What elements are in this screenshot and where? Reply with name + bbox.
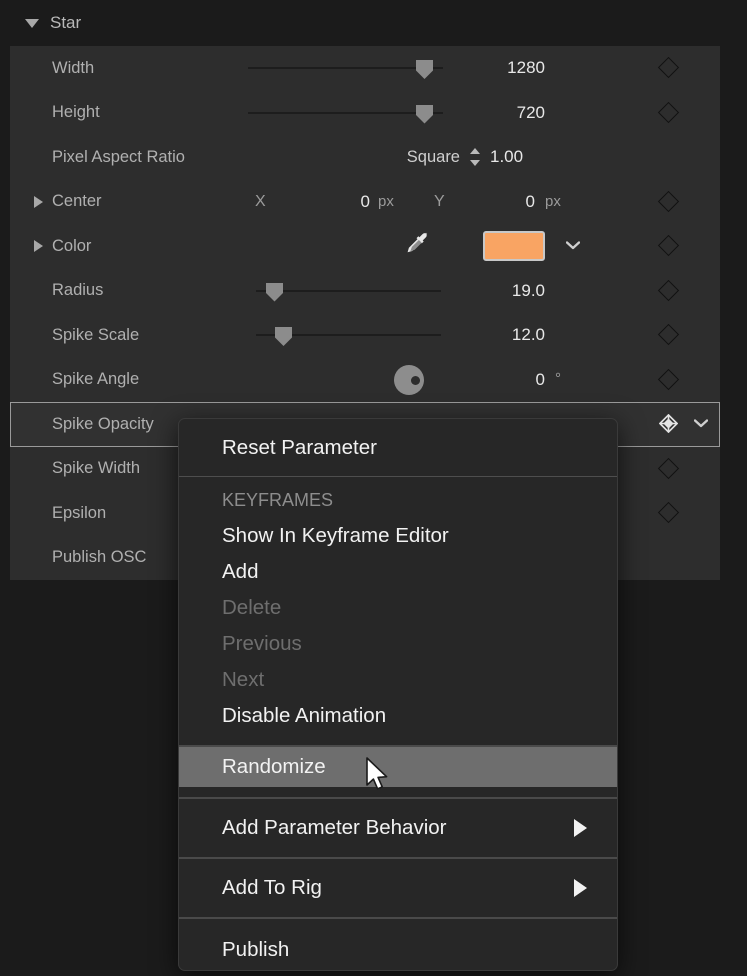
row-label: Spike Scale: [52, 326, 139, 345]
row-height[interactable]: Height 720: [10, 91, 720, 136]
menu-section-keyframes: KEYFRAMES: [179, 483, 617, 518]
chevron-down-icon[interactable]: [566, 241, 580, 250]
menu-item-label: Add: [222, 560, 258, 584]
row-value[interactable]: 1280: [465, 58, 545, 78]
menu-item-label: Show In Keyframe Editor: [222, 524, 449, 548]
row-label: Spike Width: [52, 459, 140, 478]
width-slider[interactable]: [248, 58, 443, 78]
triangle-down-icon[interactable]: [25, 19, 39, 28]
menu-item-randomize[interactable]: Randomize: [179, 747, 617, 787]
submenu-arrow-icon: [574, 819, 587, 837]
row-label: Width: [52, 59, 94, 78]
keyframe-diamond-icon[interactable]: [658, 457, 679, 478]
row-unit: °: [555, 370, 561, 387]
keyframe-diamond-icon[interactable]: [658, 101, 679, 122]
mouse-pointer-icon: [365, 757, 391, 793]
slider-thumb[interactable]: [266, 283, 283, 302]
group-header-star[interactable]: Star: [0, 0, 731, 46]
row-label: Height: [52, 103, 100, 122]
row-label: Publish OSC: [52, 548, 146, 567]
row-label: Radius: [52, 281, 103, 300]
row-value[interactable]: 0: [465, 370, 545, 390]
color-swatch[interactable]: [483, 231, 545, 261]
center-y-label: Y: [434, 193, 445, 211]
menu-item-add-to-rig[interactable]: Add To Rig: [179, 868, 617, 908]
keyframe-diamond-active-icon[interactable]: [659, 414, 678, 433]
group-title: Star: [50, 13, 81, 33]
menu-separator: [179, 917, 617, 919]
chevron-down-icon[interactable]: [694, 419, 708, 428]
slider-thumb[interactable]: [416, 105, 433, 124]
keyframe-diamond-icon[interactable]: [658, 57, 679, 78]
menu-item-label: Add Parameter Behavior: [222, 816, 446, 840]
menu-item-delete: Delete: [179, 590, 617, 626]
menu-item-previous: Previous: [179, 626, 617, 662]
keyframe-diamond-icon[interactable]: [658, 502, 679, 523]
row-value[interactable]: 1.00: [490, 147, 565, 167]
menu-separator: [179, 797, 617, 799]
row-value[interactable]: 19.0: [465, 281, 545, 301]
slider-track: [248, 67, 443, 69]
keyframe-diamond-icon[interactable]: [658, 368, 679, 389]
row-label: Spike Opacity: [52, 415, 154, 434]
pixel-aspect-popup-value[interactable]: Square: [330, 148, 460, 167]
row-label: Spike Angle: [52, 370, 139, 389]
menu-item-add-parameter-behavior[interactable]: Add Parameter Behavior: [179, 808, 617, 848]
submenu-arrow-icon: [574, 879, 587, 897]
menu-section-label: KEYFRAMES: [222, 490, 333, 511]
center-x-unit: px: [378, 193, 394, 210]
height-slider[interactable]: [248, 103, 443, 123]
center-x-value[interactable]: 0: [310, 192, 370, 212]
menu-item-label: Previous: [222, 632, 302, 656]
row-spike-scale[interactable]: Spike Scale 12.0: [10, 313, 720, 358]
menu-separator: [179, 476, 617, 477]
triangle-right-icon[interactable]: [34, 240, 43, 252]
screen-root: Star Width 1280 Height 720: [0, 0, 747, 976]
menu-item-add[interactable]: Add: [179, 554, 617, 590]
angle-dial[interactable]: [394, 365, 424, 395]
center-x-label: X: [255, 193, 266, 211]
keyframe-diamond-icon[interactable]: [658, 235, 679, 256]
slider-thumb[interactable]: [416, 60, 433, 79]
eyedropper-icon[interactable]: [406, 232, 432, 260]
triangle-right-icon[interactable]: [34, 196, 43, 208]
menu-item-label: Disable Animation: [222, 704, 386, 728]
row-label: Pixel Aspect Ratio: [52, 148, 185, 167]
menu-item-label: Delete: [222, 596, 281, 620]
row-label: Color: [52, 237, 91, 256]
slider-thumb[interactable]: [275, 327, 292, 346]
menu-item-disable-animation[interactable]: Disable Animation: [179, 698, 617, 734]
menu-item-label: Randomize: [222, 755, 326, 779]
menu-item-label: Next: [222, 668, 264, 692]
row-radius[interactable]: Radius 19.0: [10, 269, 720, 314]
row-label: Epsilon: [52, 504, 106, 523]
row-width[interactable]: Width 1280: [10, 46, 720, 91]
row-spike-angle[interactable]: Spike Angle 0 °: [10, 358, 720, 403]
row-value[interactable]: 12.0: [465, 325, 545, 345]
menu-item-reset-parameter[interactable]: Reset Parameter: [179, 428, 617, 468]
radius-slider[interactable]: [256, 281, 441, 301]
slider-track: [256, 290, 441, 292]
menu-item-next: Next: [179, 662, 617, 698]
center-y-value[interactable]: 0: [475, 192, 535, 212]
spike-scale-slider[interactable]: [256, 325, 441, 345]
keyframe-diamond-icon[interactable]: [658, 279, 679, 300]
context-menu: Reset Parameter KEYFRAMES Show In Keyfra…: [178, 418, 618, 971]
row-pixel-aspect-ratio[interactable]: Pixel Aspect Ratio Square 1.00: [10, 135, 720, 180]
menu-item-publish[interactable]: Publish: [179, 930, 617, 970]
row-value[interactable]: 720: [465, 103, 545, 123]
menu-separator: [179, 857, 617, 859]
row-center[interactable]: Center X 0 px Y 0 px: [10, 180, 720, 225]
menu-item-label: Reset Parameter: [222, 436, 377, 460]
center-y-unit: px: [545, 193, 561, 210]
menu-item-label: Add To Rig: [222, 876, 322, 900]
menu-item-label: Publish: [222, 938, 289, 962]
stepper-up-down-icon[interactable]: [469, 148, 481, 166]
menu-item-show-in-keyframe-editor[interactable]: Show In Keyframe Editor: [179, 518, 617, 554]
keyframe-diamond-icon[interactable]: [658, 324, 679, 345]
row-label: Center: [52, 192, 102, 211]
keyframe-diamond-icon[interactable]: [658, 190, 679, 211]
slider-track: [248, 112, 443, 114]
row-color[interactable]: Color: [10, 224, 720, 269]
